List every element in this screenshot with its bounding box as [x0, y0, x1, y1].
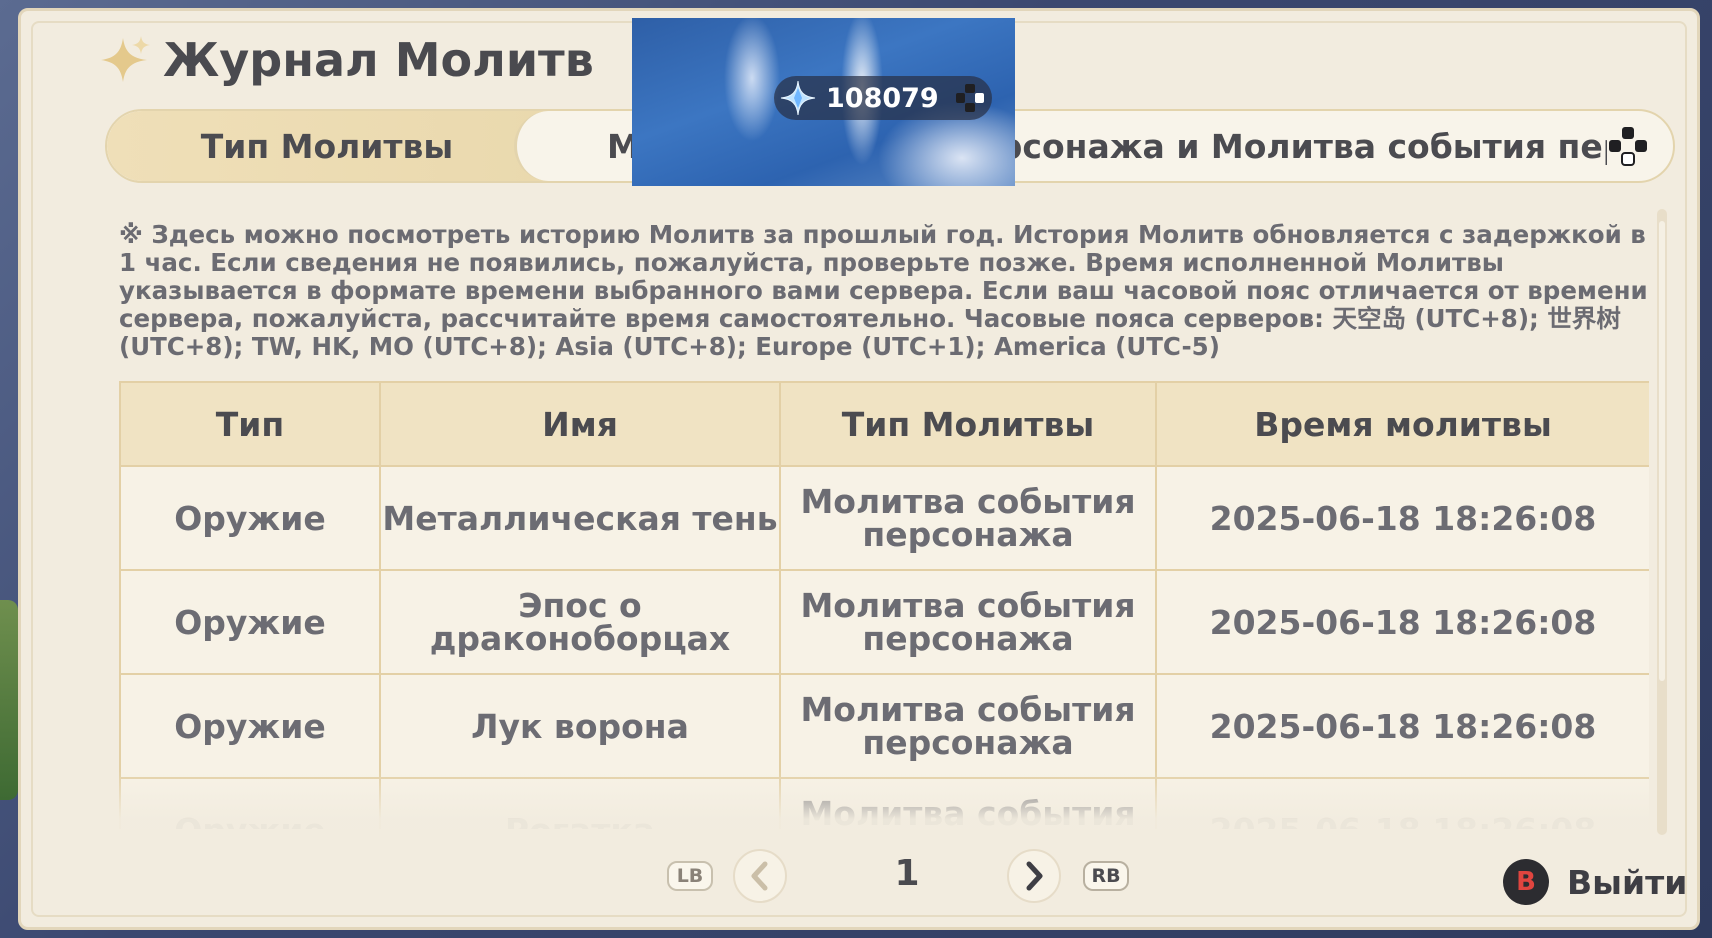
currency-overlay: 108079 [632, 18, 1015, 186]
scrollbar-thumb[interactable] [1659, 221, 1665, 681]
cell-type: Оружие [119, 777, 381, 829]
next-page-button[interactable] [1007, 849, 1061, 903]
chevron-right-icon [1026, 861, 1043, 891]
exit-label: Выйти [1567, 862, 1688, 902]
rb-button-hint: RB [1083, 861, 1129, 891]
primogem-amount: 108079 [826, 82, 939, 114]
cell-name: Эпос о драконоборцах [379, 569, 781, 675]
column-header-type: Тип [119, 381, 381, 467]
cell-type: Оружие [119, 673, 381, 779]
cell-wish-type: Молитва события персонажа [779, 569, 1157, 675]
prev-page-button[interactable] [733, 849, 787, 903]
tab-wish-type[interactable]: Тип Молитвы [107, 111, 577, 181]
cell-wish-type: Молитва события персонажа [779, 673, 1157, 779]
wish-history-table: Тип Имя Тип Молитвы Время молитвы Оружие… [119, 381, 1649, 829]
cell-time: 2025-06-18 18:26:08 [1155, 777, 1649, 829]
cell-wish-type: Молитва события персонажа [779, 465, 1157, 571]
table-header-row: Тип Имя Тип Молитвы Время молитвы [119, 381, 1649, 467]
cell-name: Металлическая тень [379, 465, 781, 571]
title-row: Журнал Молитв [101, 33, 594, 87]
page-title: Журнал Молитв [163, 33, 594, 87]
cell-name: Лук ворона [379, 673, 781, 779]
tab-wish-type-label: Тип Молитвы [200, 126, 454, 166]
page-number: 1 [894, 853, 920, 894]
table-row: Оружие Лук ворона Молитва события персон… [119, 673, 1649, 779]
cell-time: 2025-06-18 18:26:08 [1155, 465, 1649, 571]
b-button-icon: B [1503, 859, 1549, 905]
wish-history-table-container: Тип Имя Тип Молитвы Время молитвы Оружие… [119, 381, 1649, 829]
history-notice: ※ Здесь можно посмотреть историю Молитв … [119, 220, 1648, 361]
column-header-time: Время молитвы [1155, 381, 1649, 467]
controller-dpad-icon [956, 84, 984, 112]
column-header-name: Имя [379, 381, 781, 467]
cell-name: Рогатка [379, 777, 781, 829]
column-header-wish-type: Тип Молитвы [779, 381, 1157, 467]
controller-dpad-icon [1609, 127, 1647, 166]
lb-button-hint: LB [667, 861, 713, 891]
cell-wish-type: Молитва события персонажа [779, 777, 1157, 829]
sparkle-icon [101, 36, 150, 82]
cell-time: 2025-06-18 18:26:08 [1155, 569, 1649, 675]
cell-type: Оружие [119, 465, 381, 571]
table-row: Оружие Металлическая тень Молитва событи… [119, 465, 1649, 571]
exit-button[interactable]: B Выйти [1503, 859, 1687, 905]
cell-time: 2025-06-18 18:26:08 [1155, 673, 1649, 779]
primogem-icon [780, 80, 816, 116]
chevron-left-icon [751, 861, 768, 891]
cell-type: Оружие [119, 569, 381, 675]
pagination: LB 1 RB [667, 847, 1129, 907]
primogem-counter[interactable]: 108079 [774, 76, 992, 120]
background-leaf-decoration [0, 600, 18, 800]
table-row: Оружие Эпос о драконоборцах Молитва собы… [119, 569, 1649, 675]
table-row: Оружие Рогатка Молитва события персонажа… [119, 777, 1649, 829]
